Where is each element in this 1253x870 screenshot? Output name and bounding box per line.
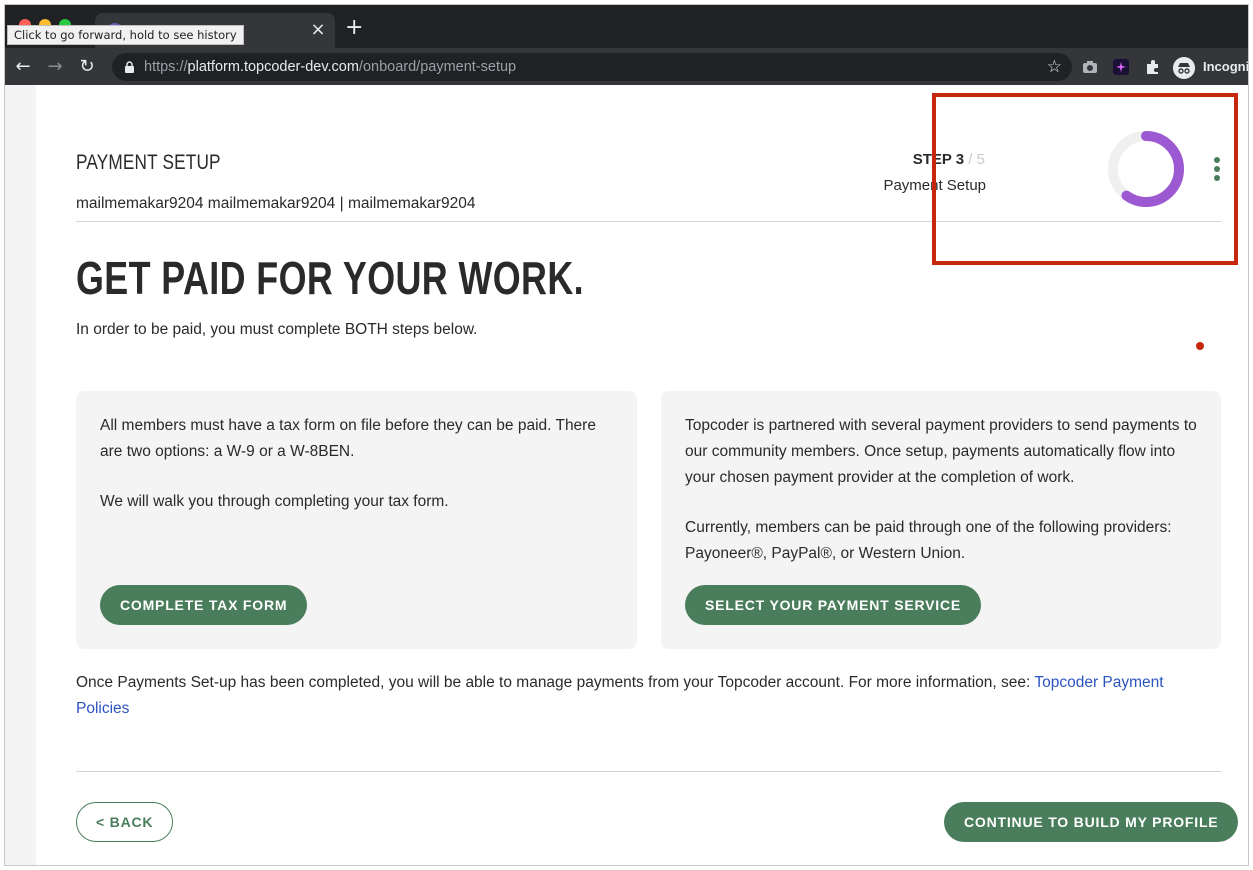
footer-divider [76,771,1221,772]
camera-extension-icon[interactable] [1080,57,1100,77]
payment-service-panel: Topcoder is partnered with several payme… [661,391,1221,649]
sparkle-extension-icon[interactable] [1111,57,1131,77]
section-title: PAYMENT SETUP [76,151,221,174]
notification-dot [1196,342,1204,350]
payment-panel-text-2: Currently, members can be paid through o… [685,519,1172,562]
tab-strip: × + Click to go forward, hold to see his… [5,5,1248,48]
annotation-highlight-box [932,93,1238,265]
page-headline: GET PAID FOR YOUR WORK. [76,252,584,304]
back-button[interactable]: < BACK [76,802,174,842]
url-text[interactable]: https://platform.topcoder-dev.com/onboar… [144,53,516,81]
onboarding-card: PAYMENT SETUP mailmemakar9204 mailmemaka… [36,85,1248,865]
page-viewport: PAYMENT SETUP mailmemakar9204 mailmemaka… [5,85,1248,865]
intro-text: In order to be paid, you must complete B… [76,321,478,338]
address-bar[interactable]: https://platform.topcoder-dev.com/onboar… [112,53,1072,81]
puzzle-extensions-icon[interactable] [1143,57,1163,77]
url-path: /onboard/payment-setup [358,59,517,75]
profile-label: Incogni [1203,59,1249,74]
new-tab-button[interactable]: + [345,17,363,39]
continue-button[interactable]: CONTINUE TO BUILD MY PROFILE [944,802,1239,842]
back-icon[interactable]: ← [11,55,35,79]
tax-panel-text-1: All members must have a tax form on file… [100,417,596,460]
browser-toolbar: ← → ↻ https://platform.topcoder-dev.com/… [5,48,1248,85]
tab-close-icon[interactable]: × [309,21,327,39]
tax-panel-text-2: We will walk you through completing your… [100,493,449,510]
reload-icon[interactable]: ↻ [75,55,99,79]
complete-tax-form-button[interactable]: COMPLETE TAX FORM [100,585,308,625]
incognito-icon [1173,57,1195,79]
payments-info-note: Once Payments Set-up has been completed,… [76,670,1221,722]
browser-window: × + Click to go forward, hold to see his… [4,4,1249,866]
payment-panel-text-1: Topcoder is partnered with several payme… [685,417,1197,486]
tax-form-panel: All members must have a tax form on file… [76,391,637,649]
select-payment-service-button[interactable]: SELECT YOUR PAYMENT SERVICE [685,585,982,625]
lock-icon [125,61,134,73]
forward-button-tooltip: Click to go forward, hold to see history [7,25,244,45]
url-host: platform.topcoder-dev.com [187,59,359,75]
forward-icon[interactable]: → [43,55,67,79]
user-handle-line: mailmemakar9204 mailmemakar9204 | mailme… [76,195,476,212]
bookmark-star-icon[interactable]: ☆ [1047,56,1062,78]
payments-info-text: Once Payments Set-up has been completed,… [76,674,1035,691]
url-scheme: https:// [144,59,188,75]
